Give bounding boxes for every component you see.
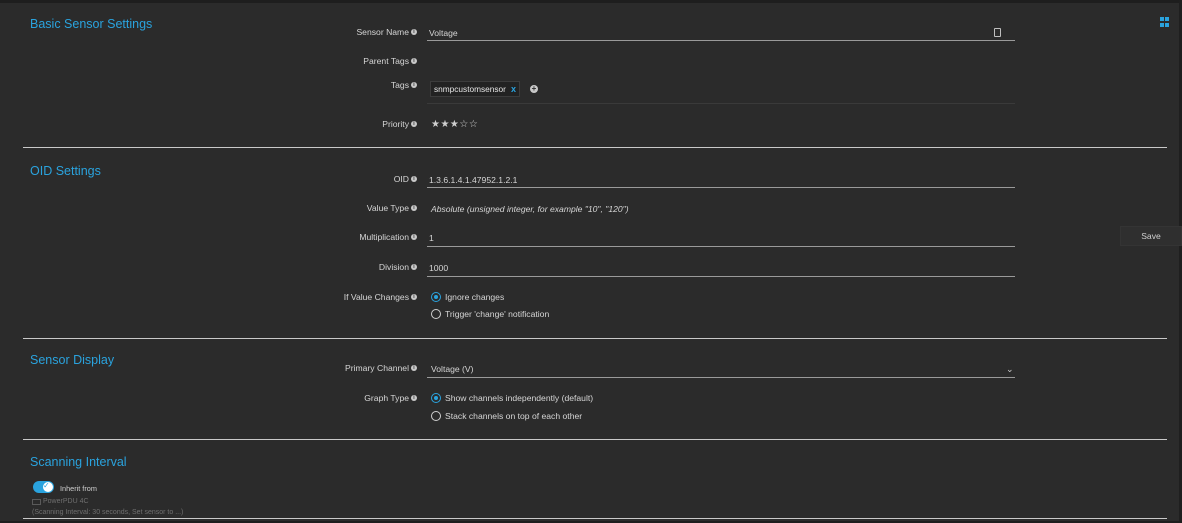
info-icon[interactable]: i [411,205,417,211]
graph-type-label-text: Graph Type [364,393,409,403]
priority-stars[interactable]: ★★★☆☆ [431,119,478,130]
tag-chip[interactable]: snmpcustomsensor x [430,81,520,97]
priority-label-text: Priority [382,119,409,129]
radio-trigger-change-label[interactable]: Trigger 'change' notification [445,309,549,319]
radio-stack-channels[interactable] [431,411,441,421]
section-divider [23,147,1167,148]
primary-channel-label: Primary Channel i [345,363,417,373]
oid-underline [427,187,1015,188]
primary-channel-label-text: Primary Channel [345,363,409,373]
division-label-text: Division [378,262,409,272]
oid-label: OID i [394,174,417,184]
inherit-note: (Scanning Interval: 30 seconds, Set sens… [32,509,184,516]
layout-toggle-icon[interactable] [1160,17,1170,27]
sensor-name-label-text: Sensor Name [356,27,409,37]
multiplication-label-text: Multiplication [359,232,409,242]
radio-ignore-changes-label[interactable]: Ignore changes [445,292,504,302]
section-title-display: Sensor Display [30,353,115,367]
section-divider [23,439,1167,440]
sensor-name-input[interactable]: Voltage [429,28,458,38]
section-title-interval: Scanning Interval [30,455,127,469]
division-input[interactable]: 1000 [429,263,448,273]
info-icon[interactable]: i [411,176,417,182]
graph-type-label: Graph Type i [364,393,417,403]
division-underline [427,276,1015,277]
value-type-label: Value Type i [367,203,417,213]
top-border [0,0,1182,3]
tags-label: Tags i [391,80,417,90]
info-icon[interactable]: i [411,82,417,88]
remove-tag-icon[interactable]: x [511,84,516,94]
info-icon[interactable]: i [411,234,417,240]
if-value-changes-label-text: If Value Changes [343,292,409,302]
radio-stack-channels-label[interactable]: Stack channels on top of each other [445,411,582,421]
info-icon[interactable]: i [411,29,417,35]
sensor-name-underline [427,40,1015,41]
division-label: Division i [379,262,417,272]
sensor-name-label: Sensor Name i [356,27,417,37]
radio-ignore-changes[interactable] [431,292,441,302]
priority-label: Priority i [382,119,417,129]
inherit-label: Inherit from [60,484,97,493]
multiplication-underline [427,246,1015,247]
parent-tags-label-text: Parent Tags [363,56,409,66]
multiplication-input[interactable]: 1 [429,233,434,243]
section-title-basic: Basic Sensor Settings [30,17,153,31]
tag-chip-label: snmpcustomsensor [434,84,506,94]
info-icon[interactable]: i [411,264,417,270]
primary-channel-select[interactable]: Voltage (V) [431,364,474,374]
radio-show-independent-label[interactable]: Show channels independently (default) [445,393,593,403]
chevron-down-icon[interactable]: ⌄ [1006,364,1014,375]
tags-underline [427,103,1015,104]
oid-label-text: OID [393,174,409,184]
if-value-changes-label: If Value Changes i [344,292,417,302]
primary-channel-underline [427,377,1015,378]
add-tag-icon[interactable]: + [530,85,538,93]
device-icon [32,499,41,505]
save-button[interactable]: Save [1120,226,1182,246]
parent-tags-label: Parent Tags i [363,56,417,66]
section-divider [23,518,1167,519]
info-icon[interactable]: i [411,395,417,401]
info-icon[interactable]: i [411,58,417,64]
info-icon[interactable]: i [411,121,417,127]
radio-trigger-change[interactable] [431,309,441,319]
inherit-device: PowerPDU 4C [43,498,89,505]
value-type-label-text: Value Type [366,203,409,213]
value-type-value: Absolute (unsigned integer, for example … [431,204,629,214]
info-icon[interactable]: i [411,365,417,371]
copy-icon[interactable] [994,28,1001,37]
radio-show-independent[interactable] [431,393,441,403]
check-icon: ✓ [43,481,50,490]
info-icon[interactable]: i [411,294,417,300]
section-divider [23,338,1167,339]
section-title-oid: OID Settings [30,164,101,178]
multiplication-label: Multiplication i [359,232,417,242]
oid-input[interactable]: 1.3.6.1.4.1.47952.1.2.1 [429,175,517,185]
tags-label-text: Tags [390,80,409,90]
